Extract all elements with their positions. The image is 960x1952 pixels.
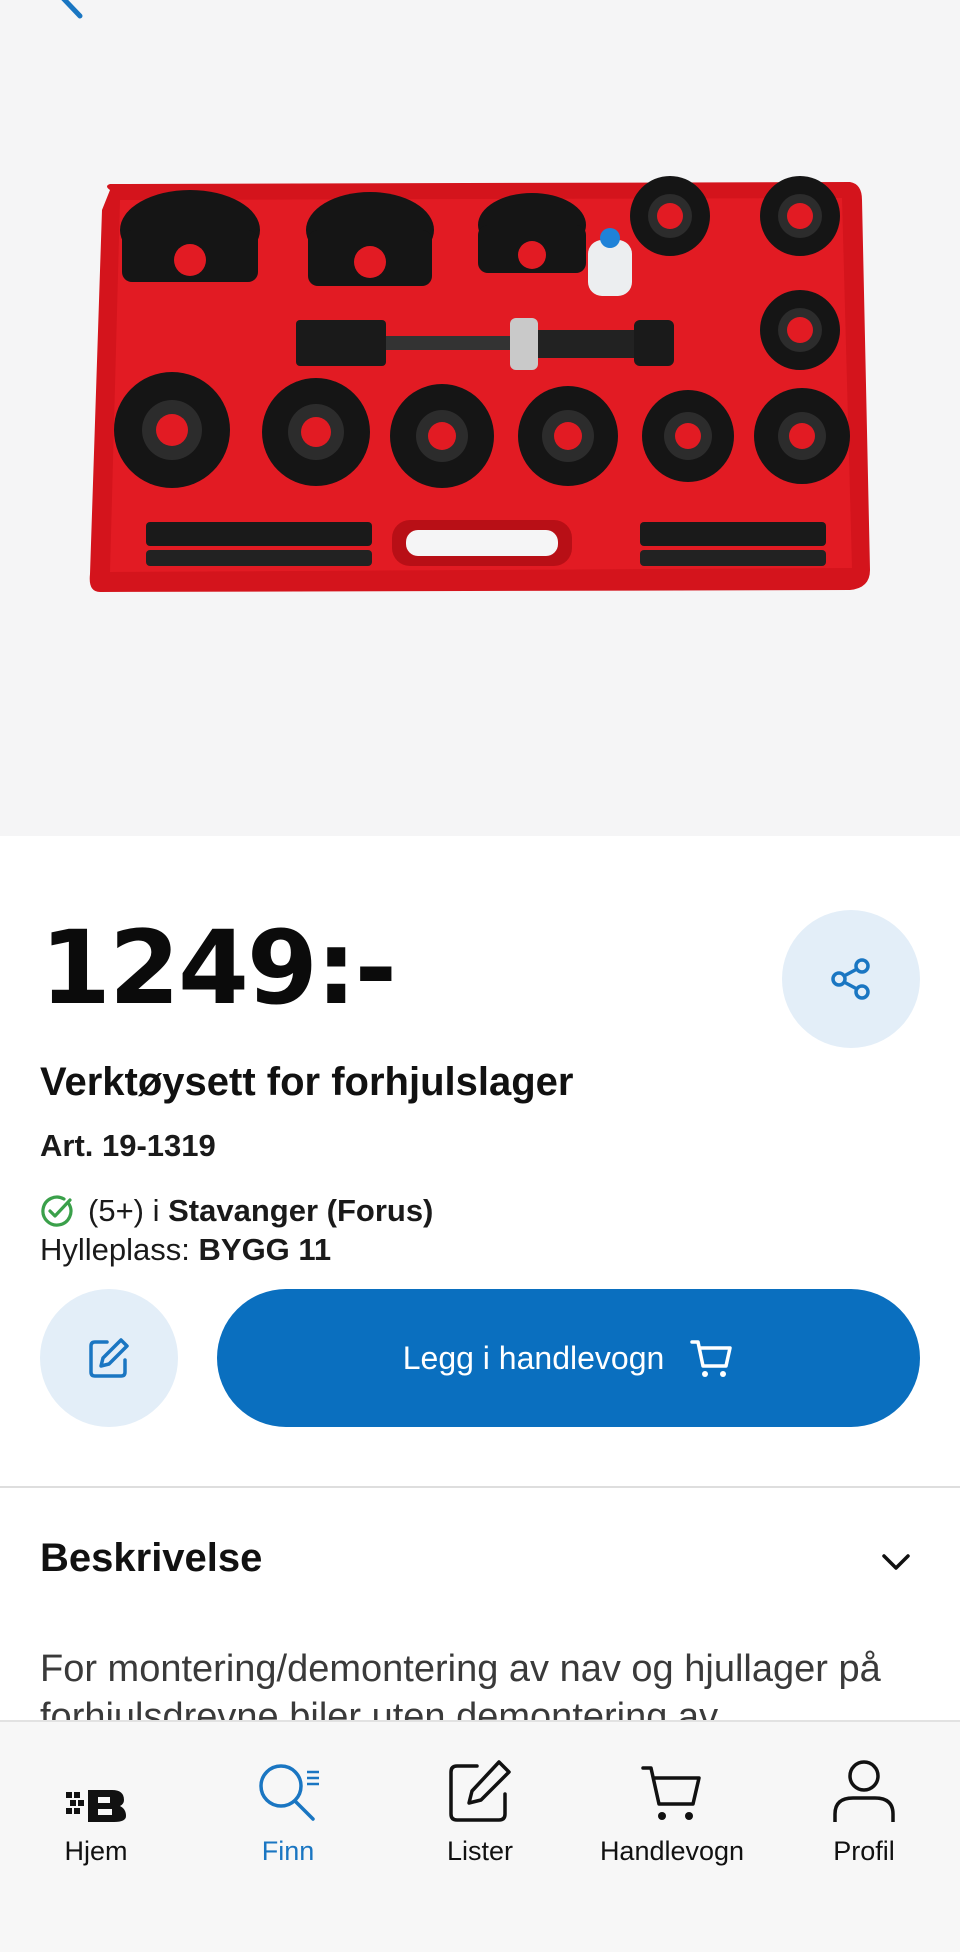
add-to-cart-button[interactable]: Legg i handlevogn: [217, 1289, 920, 1427]
product-image: [89, 176, 870, 592]
section-divider: [0, 1486, 960, 1488]
home-logo-icon: [66, 1790, 126, 1822]
stock-count: (5+) i: [88, 1193, 169, 1228]
tab-finn[interactable]: Finn: [192, 1742, 384, 1882]
product-title: Verktøysett for forhjulslager: [40, 1060, 574, 1104]
cart-icon: [690, 1340, 733, 1377]
tab-lister[interactable]: Lister: [384, 1742, 576, 1882]
chevron-down-icon[interactable]: [880, 1552, 912, 1574]
tab-profil[interactable]: Profil: [768, 1742, 960, 1882]
tab-hjem[interactable]: Hjem: [0, 1742, 192, 1882]
tab-label: Lister: [446, 1836, 514, 1866]
tab-label: Profil: [833, 1836, 895, 1866]
stock-status[interactable]: (5+) i Stavanger (Forus): [40, 1193, 433, 1229]
shelf-value: BYGG 11: [198, 1232, 332, 1267]
product-image-area: [0, 0, 960, 836]
tab-handlevogn[interactable]: Handlevogn: [576, 1742, 768, 1882]
share-button[interactable]: [782, 910, 920, 1048]
cart-icon: [641, 1766, 701, 1820]
profile-icon: [833, 1760, 895, 1822]
back-icon[interactable]: [48, 0, 88, 20]
check-circle-icon: [40, 1194, 74, 1228]
edit-icon: [89, 1338, 129, 1378]
search-icon: [259, 1764, 319, 1821]
tab-label: Finn: [261, 1836, 315, 1866]
bottom-tab-bar: Hjem Finn Lister Handlevogn Profil: [0, 1720, 960, 1952]
add-to-list-button[interactable]: [40, 1289, 178, 1427]
share-icon: [831, 958, 870, 1000]
shelf-label: Hylleplass:: [40, 1232, 199, 1267]
tab-label: Hjem: [64, 1836, 128, 1866]
shelf-location: Hylleplass: BYGG 11: [40, 1232, 331, 1268]
add-to-cart-label: Legg i handlevogn: [402, 1339, 665, 1376]
product-price: 1249:-: [40, 909, 397, 1028]
store-name: Stavanger (Forus): [168, 1193, 434, 1228]
description-text: For montering/demontering av nav og hjul…: [40, 1648, 881, 1721]
edit-list-icon: [449, 1760, 511, 1822]
description-heading[interactable]: Beskrivelse: [40, 1536, 262, 1581]
tab-label: Handlevogn: [599, 1836, 745, 1866]
article-number: Art. 19-1319: [40, 1128, 216, 1163]
